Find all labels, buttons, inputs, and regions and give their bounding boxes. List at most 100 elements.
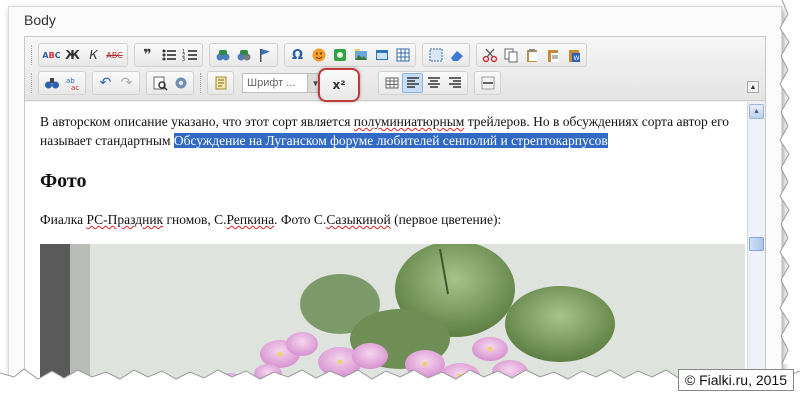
italic-button[interactable]: К — [83, 45, 104, 65]
toolbar-row-2: ab ac ↶ ↷ Шрифт ... ▼ — [31, 71, 507, 95]
toolbar-row-1: ABC Ж К ABC ❞ 123 Ω W — [31, 43, 593, 67]
link-button[interactable] — [212, 45, 233, 65]
iframe-button[interactable] — [371, 45, 392, 65]
paste-text-icon — [547, 50, 559, 62]
editor-scrollbar[interactable]: ▲ — [747, 102, 765, 387]
horizontal-line-icon — [481, 76, 494, 90]
misspelled-word: Репкина — [226, 212, 275, 227]
numbered-list-icon: 123 — [182, 49, 197, 63]
caption-text: . Фото С. — [274, 212, 327, 227]
replace-button[interactable]: ab ac — [62, 73, 83, 93]
misspelled-word: полуминиатюрным — [353, 114, 465, 129]
document-styles-icon — [215, 76, 226, 90]
caption-text: Фиалка — [40, 212, 87, 227]
scrollbar-thumb[interactable] — [749, 237, 764, 251]
window-icon — [375, 50, 388, 60]
caption-text: (первое цветение): — [390, 212, 502, 227]
editor-content-area[interactable]: В авторском описание указано, что этот с… — [25, 102, 747, 387]
replace-icon: abac — [66, 77, 79, 91]
bold-button[interactable]: Ж — [62, 45, 83, 65]
numbered-list-button[interactable]: 123 — [179, 45, 200, 65]
find-button[interactable] — [41, 73, 62, 93]
field-label-body: Body — [24, 12, 56, 28]
eraser-icon — [450, 51, 463, 61]
scroll-up-button[interactable]: ▲ — [749, 104, 764, 119]
paste-button[interactable] — [521, 45, 542, 65]
superscript-button[interactable]: x² — [318, 68, 360, 102]
smiley-icon — [312, 48, 325, 62]
paste-word-button[interactable]: W — [563, 45, 584, 65]
paste-word-icon: W — [568, 50, 580, 62]
table-icon — [396, 48, 409, 62]
heading-photo: Фото — [40, 170, 87, 192]
text-format-group: ABC Ж К ABC — [38, 43, 128, 67]
copyright-watermark: © Fialki.ru, 2015 — [677, 369, 794, 391]
bulleted-list-icon — [162, 49, 176, 61]
select-all-button[interactable] — [425, 45, 446, 65]
toolbar-handle[interactable] — [200, 73, 203, 93]
image-button[interactable] — [350, 45, 371, 65]
smiley-button[interactable] — [308, 45, 329, 65]
strikethrough-button[interactable]: ABC — [104, 45, 125, 65]
paragraph-photo-caption: Фиалка РС-Праздник гномов, С.Репкина. Фо… — [40, 210, 501, 229]
copy-icon — [504, 48, 517, 63]
remove-format-button[interactable] — [446, 45, 467, 65]
redo-button[interactable]: ↷ — [116, 73, 137, 93]
table-button[interactable] — [381, 73, 402, 93]
editor-toolbar: ABC Ж К ABC ❞ 123 Ω W ab ac ↶ ↷ Шрифт ..… — [25, 37, 765, 101]
selected-link-text[interactable]: Обсуждение на Луганском форуме любителей… — [173, 133, 608, 148]
paste-text-button[interactable] — [542, 45, 563, 65]
find-group: ab ac — [38, 71, 86, 95]
special-char-button[interactable]: Ω — [287, 45, 308, 65]
flash-button[interactable] — [329, 45, 350, 65]
history-group: ↶ ↷ — [92, 71, 140, 95]
binoculars-icon — [44, 78, 59, 89]
blockquote-button[interactable]: ❞ — [137, 45, 158, 65]
bulleted-list-button[interactable] — [158, 45, 179, 65]
unlink-button[interactable] — [233, 45, 254, 65]
misspelled-word: РС-Праздник — [86, 212, 164, 227]
media-icon — [333, 49, 346, 61]
table-align-group — [378, 71, 468, 95]
styles-button[interactable] — [210, 73, 231, 93]
table-grid-icon — [385, 77, 398, 89]
align-right-button[interactable] — [444, 73, 465, 93]
font-family-select[interactable]: Шрифт ... ▼ — [242, 73, 324, 93]
table-insert-button[interactable] — [392, 45, 413, 65]
hr-group — [474, 71, 501, 95]
select-all-icon — [429, 48, 442, 62]
link-icon — [216, 50, 229, 61]
toolbar-handle[interactable] — [31, 45, 34, 65]
torn-right-edge — [779, 0, 800, 365]
link-group — [209, 43, 278, 67]
svg-text:ac: ac — [71, 84, 79, 91]
cut-button[interactable] — [479, 45, 500, 65]
insert-group: Ω — [284, 43, 416, 67]
paragraph-group: ❞ 123 — [134, 43, 203, 67]
align-left-icon — [406, 77, 419, 88]
align-right-icon — [448, 77, 461, 88]
scissors-icon — [482, 48, 497, 63]
templates-button[interactable] — [170, 73, 191, 93]
styles-group — [207, 71, 234, 95]
preview-button[interactable] — [149, 73, 170, 93]
preview-icon — [153, 76, 168, 91]
superscript-label: x² — [332, 78, 346, 92]
copy-button[interactable] — [500, 45, 521, 65]
svg-text:W: W — [573, 55, 579, 62]
preview-group — [146, 71, 194, 95]
rich-text-editor: ABC Ж К ABC ❞ 123 Ω W ab ac ↶ ↷ Шрифт ..… — [24, 36, 766, 387]
toolbar-collapse-button[interactable]: ▲ — [747, 81, 759, 93]
undo-button[interactable]: ↶ — [95, 73, 116, 93]
svg-text:3: 3 — [182, 57, 185, 63]
horizontal-rule-button[interactable] — [477, 73, 498, 93]
anchor-button[interactable] — [254, 45, 275, 65]
tools-group — [422, 43, 470, 67]
align-left-button[interactable] — [402, 73, 423, 93]
align-center-button[interactable] — [423, 73, 444, 93]
caption-text: гномов, С. — [163, 212, 227, 227]
font-family-value: Шрифт ... — [247, 77, 296, 89]
misspelled-word: Сазыкиной — [326, 212, 391, 227]
toolbar-handle[interactable] — [31, 73, 34, 93]
spellcheck-button[interactable]: ABC — [41, 45, 62, 65]
